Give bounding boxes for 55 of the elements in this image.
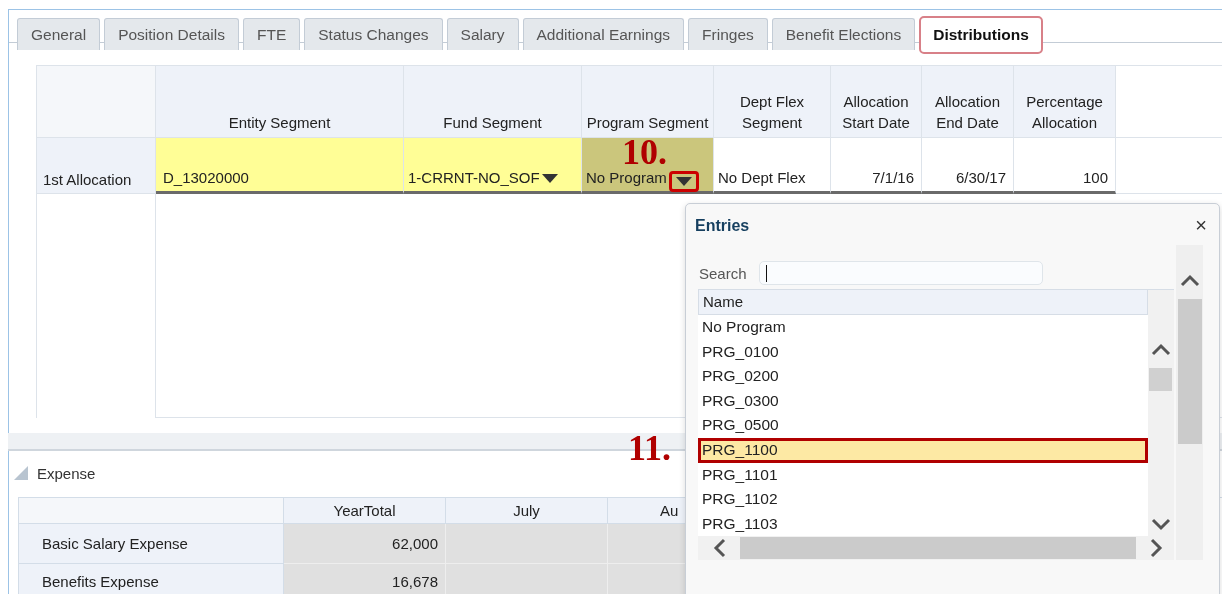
tab[interactable]: Additional Earnings — [522, 18, 685, 50]
input-field[interactable]: D_13020000 — [160, 169, 249, 186]
step-number: 11. — [628, 429, 671, 466]
list-item[interactable]: PRG_0500 — [698, 413, 1148, 438]
scroll-down-icon[interactable] — [1150, 518, 1171, 533]
tab[interactable]: Benefit Elections — [771, 18, 916, 50]
row-header: 1st Allocation — [37, 138, 156, 194]
list-item[interactable]: PRG_0100 — [698, 339, 1148, 365]
popup-title: Entries — [695, 216, 750, 235]
table-cell: 62,000 — [284, 524, 446, 564]
column-header: Entity Segment — [156, 66, 404, 138]
scrollbar-thumb[interactable] — [740, 537, 1136, 560]
dropdown-button[interactable] — [541, 174, 558, 183]
column-header: Dept Flex Segment — [714, 66, 831, 138]
search-field[interactable] — [758, 261, 1043, 285]
tab[interactable]: General — [17, 18, 101, 50]
tab[interactable]: Distributions — [919, 16, 1043, 54]
list-item[interactable]: PRG_1101 — [698, 462, 1148, 488]
tab[interactable]: FTE — [243, 18, 301, 50]
dropdown-value[interactable]: No Program — [586, 169, 667, 186]
section-title: Expense — [37, 464, 96, 482]
scroll-up-icon[interactable] — [1150, 342, 1171, 356]
scroll-up-icon[interactable] — [1179, 273, 1200, 287]
list-item[interactable]: PRG_0300 — [698, 388, 1148, 414]
table-cell: 7/1/16 — [872, 169, 914, 186]
tab[interactable]: Salary — [446, 18, 519, 50]
list-item[interactable]: No Program — [698, 315, 1148, 340]
scrollbar-thumb[interactable] — [1177, 299, 1202, 444]
list-item[interactable]: PRG_1100 — [698, 437, 1148, 463]
tab[interactable]: Status Changes — [304, 18, 443, 50]
column-header: Name — [698, 290, 1148, 315]
column-header: Allocation Start Date — [831, 66, 922, 138]
table-cell: No Dept Flex — [718, 169, 806, 186]
scroll-right-icon[interactable] — [1150, 538, 1164, 559]
caret-icon — [675, 177, 692, 186]
list-item[interactable]: PRG_0200 — [698, 364, 1148, 389]
table-cell: 6/30/17 — [955, 169, 1006, 186]
column-header: Allocation End Date — [922, 66, 1014, 138]
tab[interactable]: Position Details — [104, 18, 239, 50]
column-header: Fund Segment — [404, 66, 582, 138]
close-button[interactable]: × — [1191, 214, 1211, 237]
search-label: Search — [699, 264, 747, 282]
column-header: YearTotal — [284, 498, 446, 524]
table-cell: 100 — [1082, 169, 1108, 186]
row-header: Benefits Expense — [19, 564, 284, 594]
tab[interactable]: Fringes — [688, 18, 768, 50]
column-header: Program Segment — [582, 66, 714, 138]
dropdown-button[interactable] — [668, 171, 699, 192]
caret-icon — [541, 174, 558, 183]
column-header: July — [446, 498, 608, 524]
column-header: Percentage Allocation — [1014, 66, 1116, 138]
row-header: Basic Salary Expense — [19, 524, 284, 564]
scrollbar-thumb[interactable] — [1149, 368, 1173, 391]
scroll-left-icon[interactable] — [712, 538, 726, 559]
table-cell: 16,678 — [284, 564, 446, 594]
